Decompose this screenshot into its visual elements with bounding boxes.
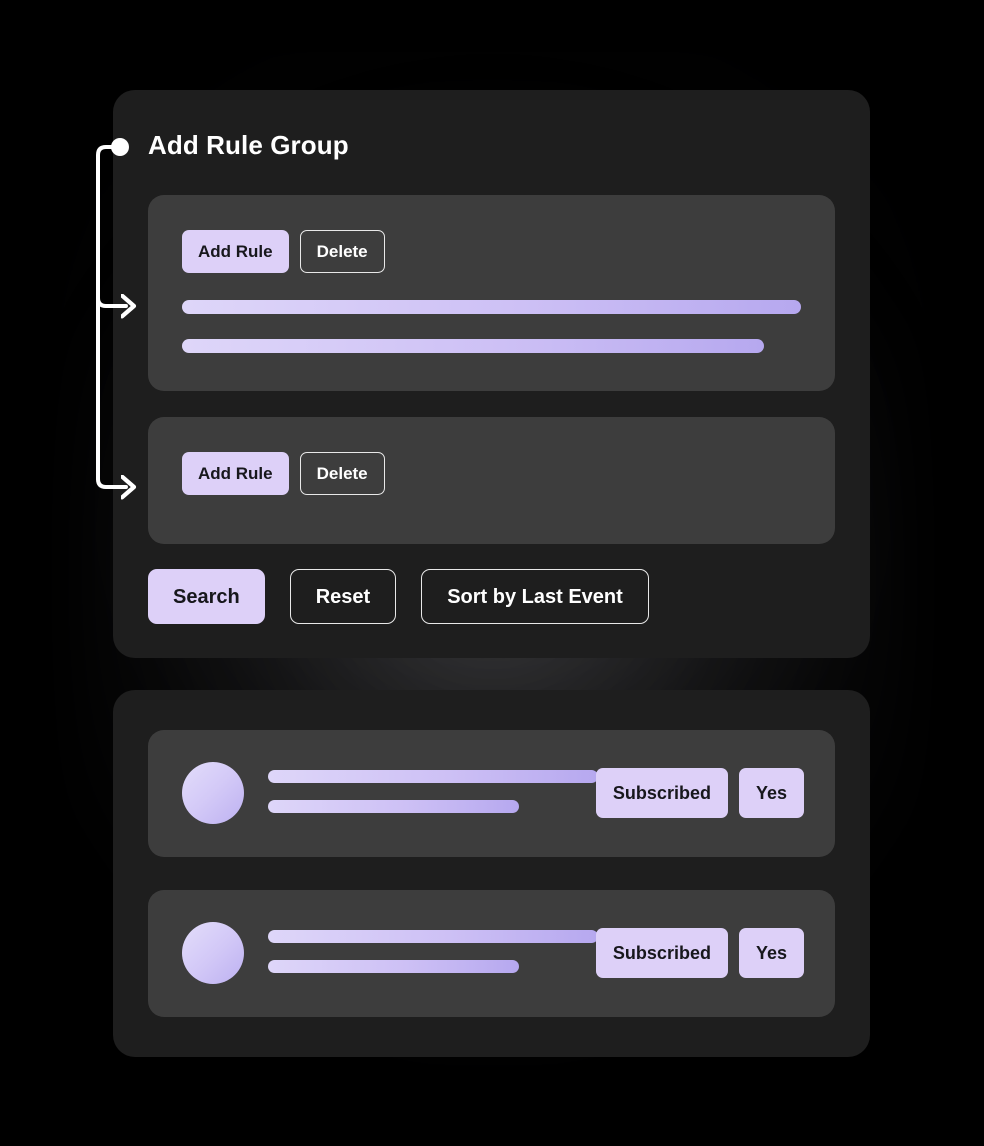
result-badges: Subscribed Yes	[595, 768, 804, 818]
delete-rule-group-button[interactable]: Delete	[299, 230, 385, 273]
rules-card: Add Rule Group Add Rule Delete Add Rule …	[113, 90, 870, 658]
yes-badge[interactable]: Yes	[738, 928, 804, 978]
yes-badge[interactable]: Yes	[738, 768, 804, 818]
add-rule-button[interactable]: Add Rule	[182, 230, 289, 273]
rule-group-actions: Add Rule Delete	[182, 452, 385, 495]
connector-trunk	[96, 145, 114, 481]
add-rule-button[interactable]: Add Rule	[182, 452, 289, 495]
result-text-skeleton	[268, 770, 598, 813]
sort-by-last-event-button[interactable]: Sort by Last Event	[421, 569, 649, 624]
reset-button[interactable]: Reset	[289, 569, 397, 624]
subscribed-badge[interactable]: Subscribed	[595, 768, 728, 818]
delete-rule-group-button[interactable]: Delete	[299, 452, 385, 495]
rule-group-panel: Add Rule Delete	[148, 195, 835, 391]
results-card: Subscribed Yes Subscribed Yes	[113, 690, 870, 1057]
result-row[interactable]: Subscribed Yes	[148, 730, 835, 857]
search-button[interactable]: Search	[148, 569, 265, 624]
result-text-skeleton	[268, 930, 598, 973]
avatar	[182, 922, 244, 984]
subscribed-badge[interactable]: Subscribed	[595, 928, 728, 978]
result-skeleton-bar	[268, 800, 519, 813]
avatar	[182, 762, 244, 824]
rule-skeleton-bar	[182, 339, 764, 353]
rule-skeleton-list	[182, 300, 801, 353]
footer-action-bar: Search Reset Sort by Last Event	[148, 569, 649, 624]
result-skeleton-bar	[268, 770, 598, 783]
rule-group-actions: Add Rule Delete	[182, 230, 385, 273]
screen-stage: Add Rule Group Add Rule Delete Add Rule …	[0, 0, 984, 1146]
result-badges: Subscribed Yes	[595, 928, 804, 978]
rule-group-panel: Add Rule Delete	[148, 417, 835, 544]
page-title: Add Rule Group	[148, 130, 349, 160]
result-skeleton-bar	[268, 960, 519, 973]
result-skeleton-bar	[268, 930, 598, 943]
rule-skeleton-bar	[182, 300, 801, 314]
result-row[interactable]: Subscribed Yes	[148, 890, 835, 1017]
